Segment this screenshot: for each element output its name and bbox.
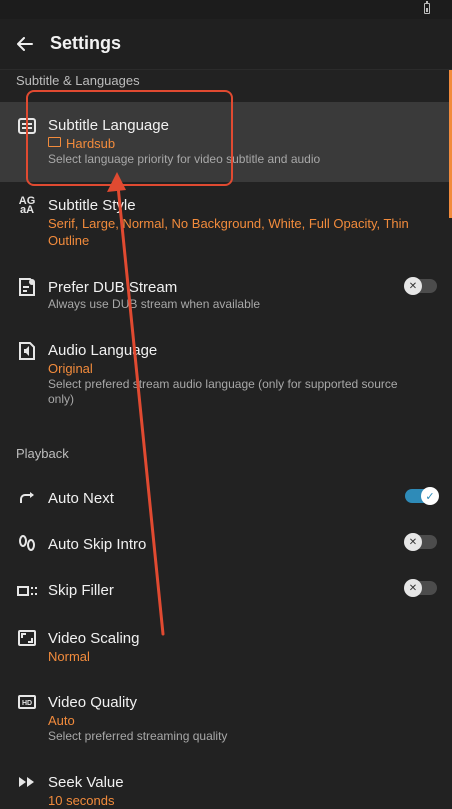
setting-video-scaling[interactable]: Video Scaling Normal (0, 620, 449, 670)
setting-value: Original (48, 361, 93, 376)
setting-value: Normal (48, 649, 90, 664)
svg-text:HD: HD (22, 700, 32, 707)
setting-description: Select prefered stream audio language (o… (48, 377, 398, 406)
setting-auto-next[interactable]: Auto Next ✓ (0, 480, 449, 516)
check-icon: ✓ (421, 487, 439, 505)
fast-forward-icon (16, 771, 38, 793)
close-icon: ✕ (404, 533, 422, 551)
setting-prefer-dub[interactable]: Prefer DUB Stream Always use DUB stream … (0, 270, 449, 320)
setting-video-quality[interactable]: HD Video Quality Auto Select preferred s… (0, 684, 449, 748)
setting-label: Auto Next (48, 490, 114, 507)
redo-icon (16, 487, 38, 509)
audio-icon (16, 340, 38, 362)
auto-next-toggle[interactable]: ✓ (405, 487, 439, 505)
hd-icon: HD (16, 691, 38, 713)
setting-label: Seek Value (48, 774, 124, 791)
setting-label: Prefer DUB Stream (48, 279, 178, 296)
setting-skip-filler[interactable]: Skip Filler ✕ (0, 572, 449, 608)
battery-icon (424, 1, 430, 14)
skip-filler-toggle[interactable]: ✕ (404, 579, 437, 597)
app-bar: Settings (0, 19, 452, 70)
setting-label: Video Quality (48, 694, 137, 711)
setting-value: Serif, Large, Normal, No Background, Whi… (48, 216, 409, 248)
section-header-subtitle-languages: Subtitle & Languages (16, 73, 140, 88)
setting-value: Auto (48, 713, 75, 728)
setting-label: Skip Filler (48, 582, 114, 599)
setting-value: 10 seconds (48, 793, 115, 808)
setting-label: Audio Language (48, 342, 158, 359)
setting-seek-value[interactable]: Seek Value 10 seconds (0, 764, 449, 808)
text-style-icon: AG aA (18, 195, 36, 216)
setting-label: Video Scaling (48, 630, 140, 647)
close-icon: ✕ (404, 579, 422, 597)
skip-filler-icon (16, 580, 38, 602)
setting-description: Always use DUB stream when available (48, 297, 261, 311)
setting-description: Select preferred streaming quality (48, 729, 228, 743)
page-title: Settings (50, 33, 122, 53)
section-header-playback: Playback (16, 446, 69, 461)
footsteps-icon (16, 533, 38, 555)
setting-subtitle-style[interactable]: AG aA Subtitle Style Serif, Large, Normal… (0, 188, 449, 252)
close-icon: ✕ (404, 277, 422, 295)
prefer-dub-toggle[interactable]: ✕ (404, 277, 437, 295)
status-bar (0, 0, 452, 19)
back-arrow-icon[interactable] (12, 31, 38, 57)
setting-label: Subtitle Style (48, 197, 136, 214)
aspect-ratio-icon (16, 627, 38, 649)
setting-auto-skip-intro[interactable]: Auto Skip Intro ✕ (0, 526, 449, 562)
auto-skip-intro-toggle[interactable]: ✕ (404, 533, 437, 551)
setting-label: Auto Skip Intro (48, 536, 147, 553)
setting-audio-language[interactable]: Audio Language Original Select prefered … (0, 332, 449, 412)
annotation-highlight-box (26, 90, 233, 186)
dub-icon (16, 276, 38, 298)
